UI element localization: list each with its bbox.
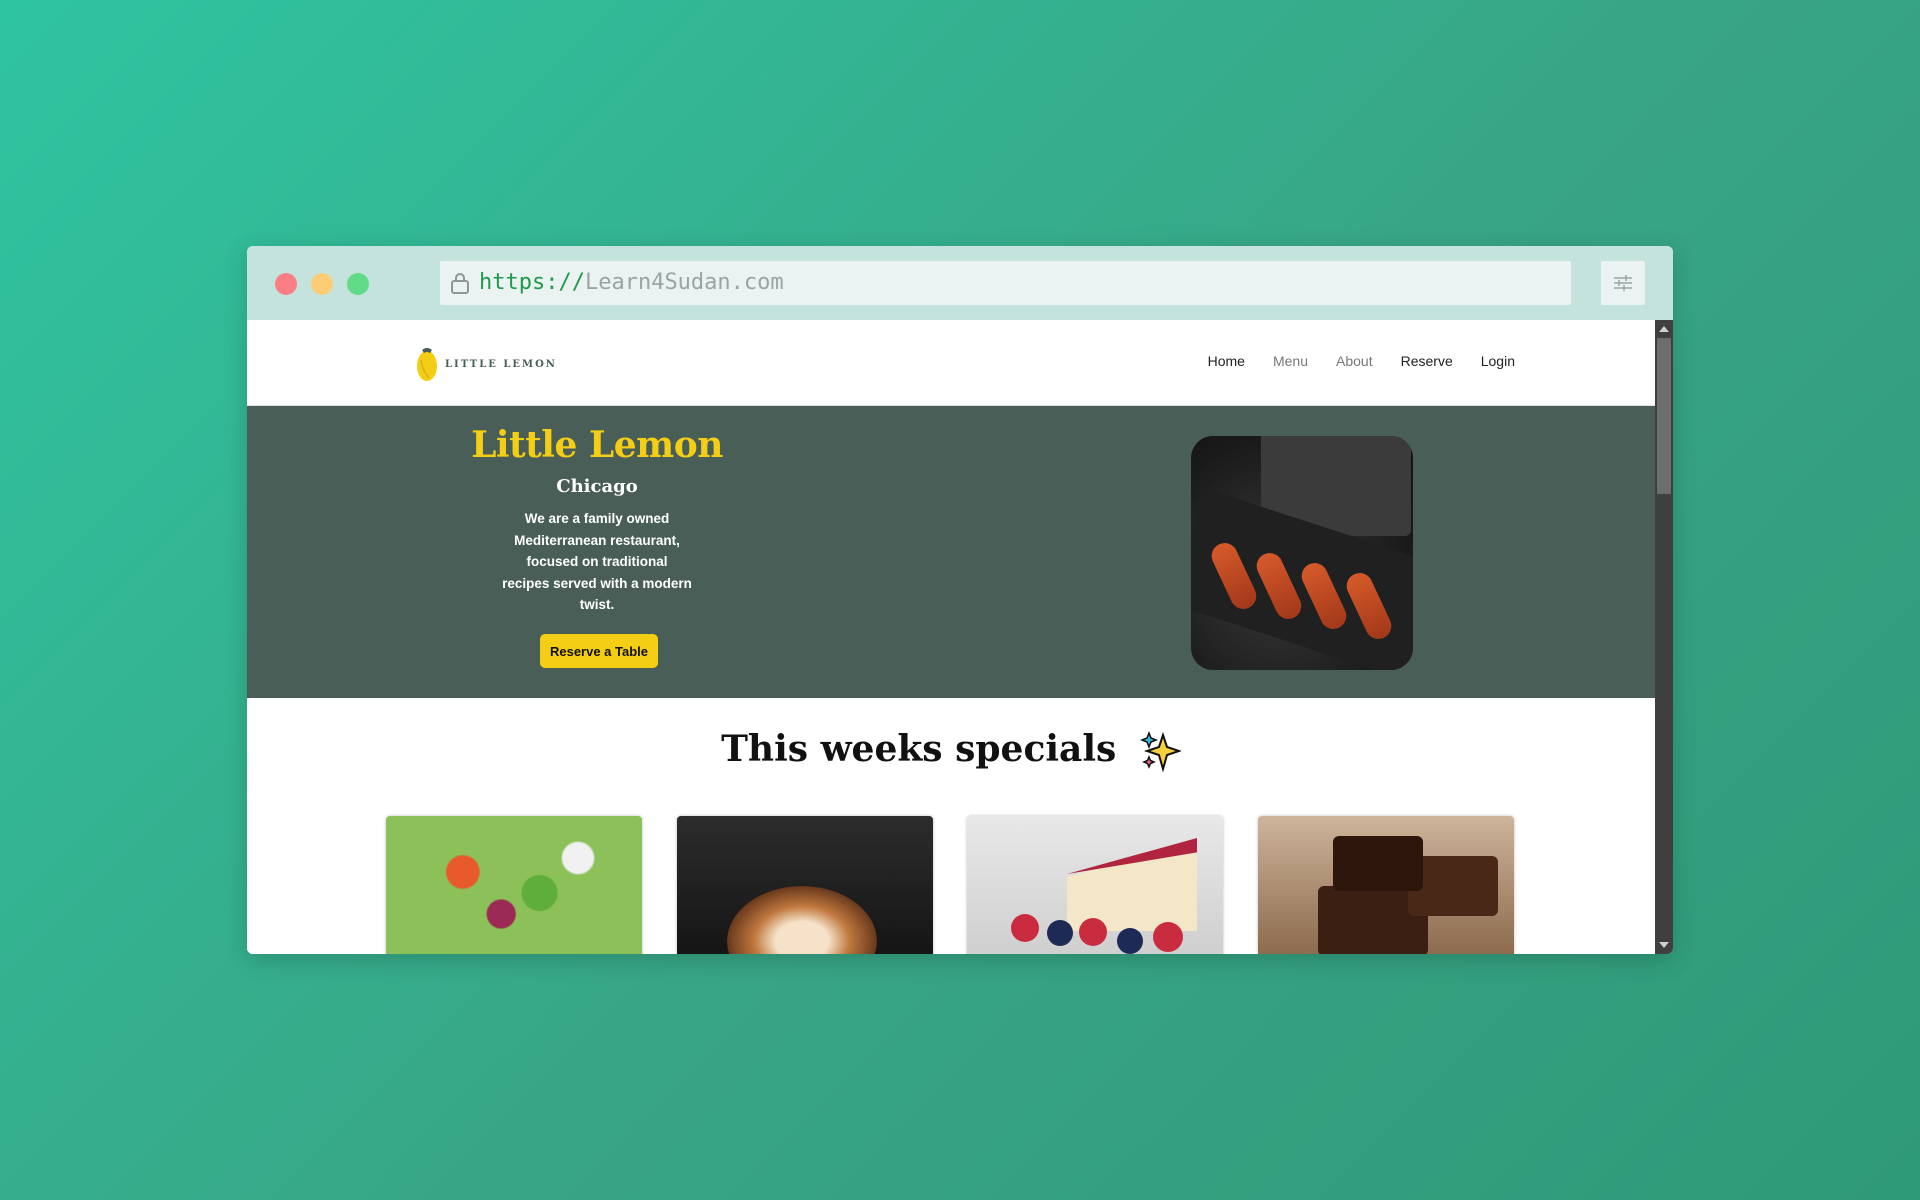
- special-card-coffee[interactable]: [677, 816, 933, 954]
- logo-text: LITTLE LEMON: [445, 358, 557, 370]
- url-text: https://Learn4Sudan.com: [479, 270, 784, 296]
- site-logo[interactable]: LITTLE LEMON: [415, 344, 557, 384]
- scroll-down-arrow-icon[interactable]: [1659, 942, 1669, 948]
- hero-section: Little Lemon Chicago We are a family own…: [247, 406, 1655, 698]
- nav-home[interactable]: Home: [1208, 353, 1245, 369]
- site-header: LITTLE LEMON Home Menu About Reserve Log…: [247, 320, 1655, 406]
- address-bar[interactable]: https://Learn4Sudan.com: [440, 261, 1571, 305]
- settings-button[interactable]: [1601, 261, 1645, 305]
- raspberry: [1011, 914, 1039, 942]
- specials-heading: This weeks specials: [247, 728, 1655, 773]
- minimize-window-button[interactable]: [311, 273, 333, 295]
- page-viewport: LITTLE LEMON Home Menu About Reserve Log…: [247, 320, 1655, 954]
- lemon-logo-icon: [417, 348, 437, 381]
- hero-description: We are a family owned Mediterranean rest…: [502, 511, 692, 612]
- hero-subtitle: Chicago: [556, 476, 638, 497]
- browser-titlebar: https://Learn4Sudan.com: [247, 246, 1673, 320]
- nav-login[interactable]: Login: [1481, 353, 1515, 369]
- nav-menu[interactable]: Menu: [1273, 353, 1308, 369]
- url-scheme: https://: [479, 270, 585, 295]
- hero-title: Little Lemon: [471, 424, 723, 466]
- scroll-up-arrow-icon[interactable]: [1659, 326, 1669, 332]
- maximize-window-button[interactable]: [347, 273, 369, 295]
- main-nav: Home Menu About Reserve Login: [1208, 353, 1515, 369]
- sparkles-icon: [1139, 731, 1181, 773]
- raspberry: [1153, 922, 1183, 952]
- url-host: Learn4Sudan.com: [584, 270, 784, 295]
- blueberry: [1117, 928, 1143, 954]
- brownie-piece: [1333, 836, 1423, 891]
- settings-sliders-icon: [1614, 275, 1632, 291]
- reserve-table-button[interactable]: Reserve a Table: [540, 634, 658, 668]
- close-window-button[interactable]: [275, 273, 297, 295]
- blueberry: [1047, 920, 1073, 946]
- nav-about[interactable]: About: [1336, 353, 1373, 369]
- raspberry: [1079, 918, 1107, 946]
- hero-image: [1191, 436, 1413, 670]
- special-card-cheesecake[interactable]: [967, 816, 1223, 954]
- browser-window: https://Learn4Sudan.com LITTLE LEMON Hom…: [247, 246, 1673, 954]
- vertical-scrollbar[interactable]: [1655, 320, 1673, 954]
- latte-cup: [727, 886, 877, 954]
- specials-title-text: This weeks specials: [721, 728, 1117, 770]
- special-card-brownie[interactable]: [1258, 816, 1514, 954]
- special-card-salad[interactable]: [386, 816, 642, 954]
- nav-reserve[interactable]: Reserve: [1401, 353, 1453, 369]
- lock-icon: [450, 272, 470, 294]
- scroll-thumb[interactable]: [1657, 338, 1671, 494]
